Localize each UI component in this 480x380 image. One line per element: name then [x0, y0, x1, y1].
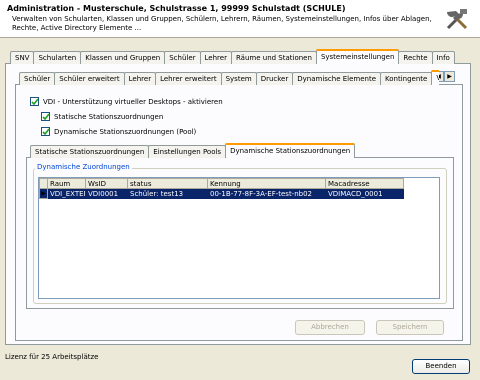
- table-cell-wsid: VDI0001: [85, 188, 128, 199]
- tab-systemeinstellungen[interactable]: Systemeinstellungen: [315, 49, 400, 64]
- license-status: Lizenz für 25 Arbeitsplätze: [5, 353, 99, 361]
- assignments-table: Raum WsID status Kennung Macadresse ▶ VDI_EXT…: [39, 178, 404, 199]
- subtab-kontingente[interactable]: Kontingente: [380, 72, 433, 85]
- app-description: Verwalten von Schularten, Klassen und Gr…: [12, 15, 432, 32]
- subtab-system[interactable]: System: [220, 72, 257, 85]
- innertab-dynamische-stationszuordnungen[interactable]: Dynamische Stationszuordnungen: [225, 143, 356, 158]
- column-header-wsid[interactable]: WsID: [85, 178, 128, 189]
- assignments-grid[interactable]: Raum WsID status Kennung Macadresse ▶ VDI_EXT…: [38, 177, 440, 299]
- dynamic-assignments-label: Dynamische Stationszuordnungen (Pool): [54, 127, 197, 136]
- column-header-status[interactable]: status: [127, 178, 208, 189]
- innertab-einstellungen-pools[interactable]: Einstellungen Pools: [148, 145, 227, 158]
- checkbox-box: [30, 97, 39, 106]
- beenden-button[interactable]: Beenden: [412, 359, 470, 374]
- subtab-lehrer-erweitert[interactable]: Lehrer erweitert: [155, 72, 222, 85]
- tab-rechte[interactable]: Rechte: [398, 51, 433, 64]
- table-cell-raum: VDI_EXTERN: [47, 188, 86, 199]
- checkbox-box: [41, 112, 50, 121]
- column-header-kennung[interactable]: Kennung: [207, 178, 326, 189]
- tab-raeume-und-stationen[interactable]: Räume und Stationen: [230, 51, 317, 64]
- tab-lehrer[interactable]: Lehrer: [199, 51, 232, 64]
- arrow-right-icon[interactable]: ▶: [444, 71, 455, 82]
- sub-tabstrip: Schüler Schüler erweitert Lehrer Lehrer erw…: [19, 70, 439, 85]
- row-indicator-header: [39, 178, 48, 189]
- tab-schularten[interactable]: Schularten: [33, 51, 82, 64]
- innertab-statische-stationszuordnungen[interactable]: Statische Stationszuordnungen: [30, 145, 150, 158]
- row-pointer-icon: ▶: [39, 188, 48, 199]
- table-row[interactable]: ▶VDI_EXTERNVDI0001Schüler: test1300-1B-7…: [39, 188, 404, 199]
- dynamic-assignments-checkbox[interactable]: Dynamische Stationszuordnungen (Pool): [41, 127, 196, 136]
- app-title: Administration - Musterschule, Schulstra…: [7, 4, 346, 13]
- table-cell-macadresse: VDIMACD_0001: [325, 188, 404, 199]
- subtab-dynamische-elemente[interactable]: Dynamische Elemente: [292, 72, 382, 85]
- subtab-vdi[interactable]: VDI: [431, 70, 439, 85]
- tab-schueler[interactable]: Schüler: [164, 51, 201, 64]
- static-assignments-label: Statische Stationszuordnungen: [54, 112, 164, 121]
- tab-klassen-und-gruppen[interactable]: Klassen und Gruppen: [80, 51, 166, 64]
- table-cell-status: Schüler: test13: [127, 188, 208, 199]
- checkbox-box: [41, 127, 50, 136]
- main-tabstrip: SNV Schularten Klassen und Gruppen Schüler L…: [10, 49, 455, 64]
- column-header-raum[interactable]: Raum: [47, 178, 86, 189]
- vdi-enable-label: VDI - Unterstützung virtueller Desktops …: [43, 97, 223, 106]
- tab-snv[interactable]: SNV: [10, 51, 35, 64]
- speichern-button[interactable]: Speichern: [376, 320, 444, 335]
- group-label: Dynamische Zuordnungen: [35, 163, 132, 171]
- subtab-drucker[interactable]: Drucker: [255, 72, 294, 85]
- table-cell-kennung: 00-1B-77-8F-3A-EF-test-nb02: [207, 188, 326, 199]
- tools-icon: [444, 6, 470, 32]
- subtab-lehrer[interactable]: Lehrer: [123, 72, 157, 85]
- header: Administration - Musterschule, Schulstra…: [0, 0, 480, 38]
- static-assignments-checkbox[interactable]: Statische Stationszuordnungen: [41, 112, 163, 121]
- vdi-enable-checkbox[interactable]: VDI - Unterstützung virtueller Desktops …: [30, 97, 223, 106]
- column-header-macadresse[interactable]: Macadresse: [325, 178, 404, 189]
- subtab-schueler[interactable]: Schüler: [19, 72, 56, 85]
- tab-info[interactable]: Info: [431, 51, 455, 64]
- abbrechen-button[interactable]: Abbrechen: [295, 320, 365, 335]
- inner-tabstrip: Statische Stationszuordnungen Einstellung…: [30, 143, 356, 158]
- subtab-schueler-erweitert[interactable]: Schüler erweitert: [54, 72, 125, 85]
